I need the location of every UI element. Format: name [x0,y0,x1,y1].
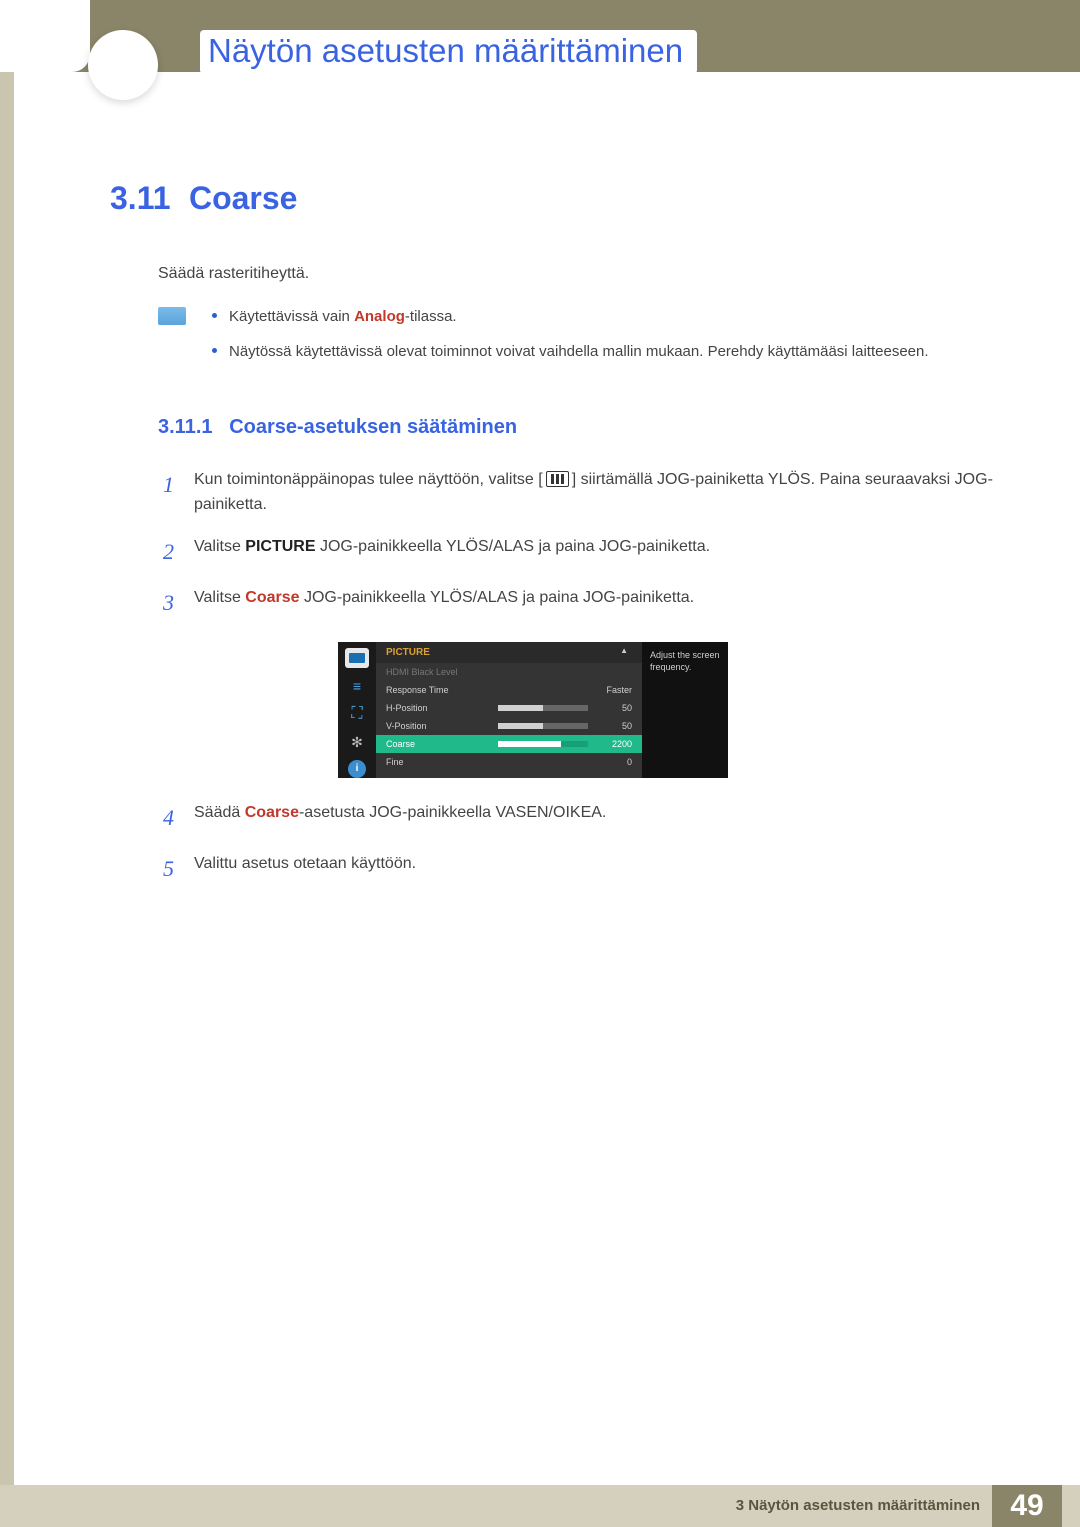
step-2: 2 Valitse PICTURE JOG-painikkeella YLÖS/… [158,534,1000,569]
page-number: 49 [992,1485,1062,1527]
osd-title: PICTURE▲ [376,642,642,663]
expand-icon: ⛶ [345,704,369,724]
menu-icon [546,471,569,487]
gear-icon: ✻ [345,732,369,752]
monitor-icon [345,648,369,668]
step-3: 3 Valitse Coarse JOG-painikkeella YLÖS/A… [158,585,1000,620]
list-icon: ≡ [345,676,369,696]
chapter-title: Näytön asetusten määrittäminen [200,30,697,74]
chapter-badge [88,30,158,100]
osd-row: Coarse2200 [376,735,642,753]
osd-screenshot: ≡ ⛶ ✻ i PICTURE▲ HDMI Black LevelRespons… [338,642,728,778]
page-footer: 3 Näytön asetusten määrittäminen 49 [0,1485,1080,1527]
section-heading: 3.11 Coarse [110,180,1000,217]
osd-sidebar: ≡ ⛶ ✻ i [338,642,376,778]
subsection-title: Coarse-asetuksen säätäminen [229,416,517,438]
bullet-icon [212,348,217,353]
note-2: Näytössä käytettävissä olevat toiminnot … [229,340,929,363]
osd-row: Fine0 [376,753,642,771]
note-block: Käytettävissä vain Analog-tilassa. Näytö… [158,305,1000,376]
osd-row: H-Position50 [376,699,642,717]
section-number: 3.11 [110,180,171,216]
subsection-heading: 3.11.1 Coarse-asetuksen säätäminen [158,416,1000,439]
section-intro: Säädä rasteritiheyttä. [158,265,1000,283]
bullet-icon [212,313,217,318]
footer-text: 3 Näytön asetusten määrittäminen [736,1497,980,1514]
osd-row: Response TimeFaster [376,681,642,699]
arrow-up-icon: ▲ [620,646,628,655]
info-icon: i [348,760,366,778]
step-4: 4 Säädä Coarse-asetusta JOG-painikkeella… [158,800,1000,835]
page-left-edge [0,0,14,1527]
section-title: Coarse [189,180,298,216]
note-icon [158,307,186,325]
step-5: 5 Valittu asetus otetaan käyttöön. [158,851,1000,886]
subsection-number: 3.11.1 [158,416,213,438]
note-1: Käytettävissä vain Analog-tilassa. [229,305,457,328]
osd-help-text: Adjust the screen frequency. [642,642,728,778]
osd-row: HDMI Black Level [376,663,642,681]
step-1: 1 Kun toimintonäppäinopas tulee näyttöön… [158,467,1000,518]
osd-row: V-Position50 [376,717,642,735]
